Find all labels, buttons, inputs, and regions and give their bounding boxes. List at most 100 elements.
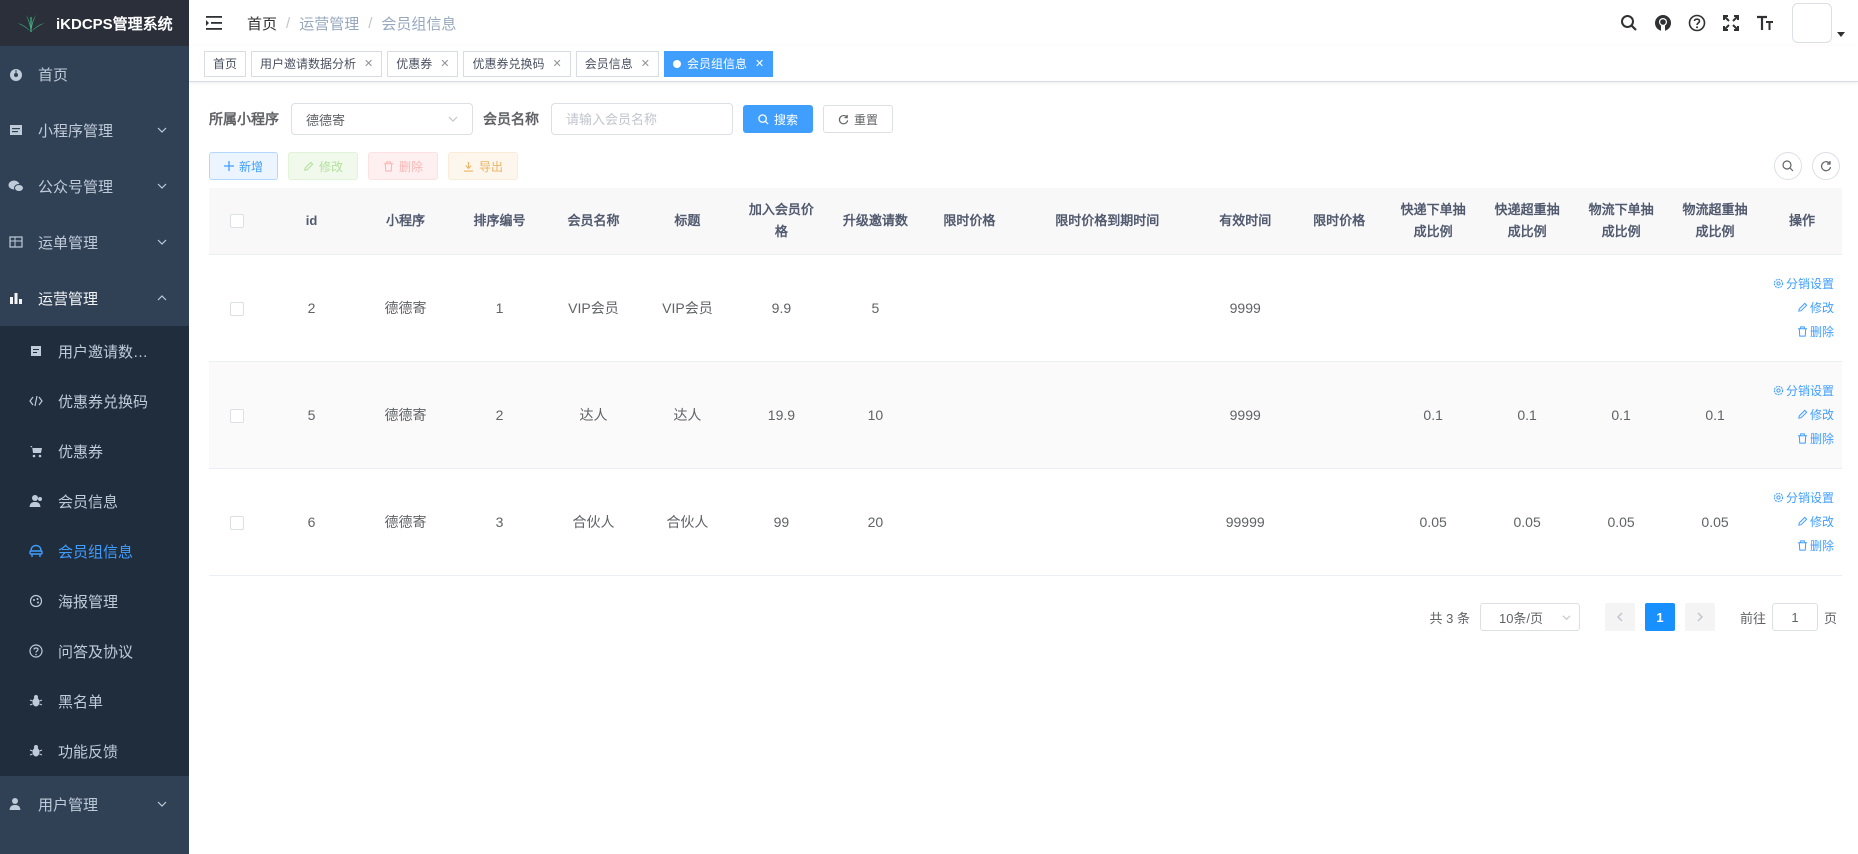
hamburger-icon[interactable] <box>205 13 225 33</box>
close-icon[interactable]: ✕ <box>641 52 650 76</box>
avatar[interactable] <box>1792 3 1832 43</box>
edit-link[interactable]: 修改 <box>1797 299 1834 316</box>
font-size-icon[interactable] <box>1748 0 1782 46</box>
sidebar-item-blacklist[interactable]: 黑名单 <box>0 676 189 726</box>
logo[interactable]: iKDCPS管理系统 <box>0 0 189 46</box>
delete-link[interactable]: 删除 <box>1797 323 1834 340</box>
tag-member-info[interactable]: 会员信息 ✕ <box>575 50 659 77</box>
delete-link[interactable]: 删除 <box>1797 537 1834 554</box>
delete-button[interactable]: 删除 <box>368 152 439 180</box>
dist-settings-link[interactable]: 分销设置 <box>1773 489 1834 506</box>
close-icon[interactable]: ✕ <box>364 52 373 76</box>
tag-coupon-code[interactable]: 优惠券兑换码 ✕ <box>463 50 571 77</box>
row-checkbox[interactable] <box>229 301 244 316</box>
prev-page-button[interactable] <box>1604 603 1635 631</box>
edit-link[interactable]: 修改 <box>1797 513 1834 530</box>
search-button[interactable]: 搜索 <box>743 105 814 133</box>
page-number-current[interactable]: 1 <box>1644 603 1675 631</box>
sidebar-item-feedback[interactable]: 功能反馈 <box>0 726 189 776</box>
delete-icon <box>1797 326 1808 337</box>
sidebar-item-label: 运单管理 <box>38 234 99 252</box>
tag-home[interactable]: 首页 <box>204 50 247 77</box>
sidebar-item-qa[interactable]: 问答及协议 <box>0 626 189 676</box>
row-select-cell[interactable] <box>209 254 265 362</box>
cell-limit-price <box>922 468 1017 576</box>
cell-join-price: 9.9 <box>734 254 829 362</box>
row-select-cell[interactable] <box>209 468 265 576</box>
sidebar-item-wechat[interactable]: 公众号管理 <box>0 158 189 214</box>
close-icon[interactable]: ✕ <box>553 52 562 76</box>
code-icon <box>28 393 44 409</box>
help-icon[interactable] <box>1680 0 1714 46</box>
sidebar-item-miniprogram[interactable]: 小程序管理 <box>0 102 189 158</box>
reset-button[interactable]: 重置 <box>823 105 894 133</box>
add-button-label: 新增 <box>239 159 264 174</box>
row-checkbox[interactable] <box>229 515 244 530</box>
delete-link[interactable]: 删除 <box>1797 430 1834 447</box>
row-select-cell[interactable] <box>209 361 265 469</box>
sidebar-item-operations[interactable]: 运营管理 <box>0 270 189 326</box>
member-name-input[interactable] <box>551 103 733 135</box>
col-sort: 排序编号 <box>452 188 547 255</box>
goto-label: 前往 <box>1739 610 1766 626</box>
close-icon[interactable]: ✕ <box>440 52 449 76</box>
col-id: id <box>264 188 359 255</box>
toggle-search-button[interactable] <box>1774 152 1802 180</box>
sidebar-item-coupon-code[interactable]: 优惠券兑换码 <box>0 376 189 426</box>
close-icon[interactable]: ✕ <box>755 52 764 76</box>
chevron-right-icon <box>1697 612 1703 622</box>
dist-settings-link[interactable]: 分销设置 <box>1773 382 1834 399</box>
sidebar-item-member-group[interactable]: 会员组信息 <box>0 526 189 576</box>
caret-down-icon[interactable] <box>1836 29 1846 39</box>
delete-button-label: 删除 <box>399 159 424 174</box>
cell-ops: 分销设置 修改 删除 <box>1762 254 1842 362</box>
breadcrumb-current: 会员组信息 <box>381 15 457 33</box>
chevron-up-icon <box>157 295 167 301</box>
sidebar-item-label: 公众号管理 <box>38 178 114 196</box>
sidebar-item-home[interactable]: 首页 <box>0 46 189 102</box>
sidebar-item-waybill[interactable]: 运单管理 <box>0 214 189 270</box>
cell-valid: 9999 <box>1198 361 1293 469</box>
table-row: 5 德德寄 2 达人 达人 19.9 10 9999 0.1 0.1 0.1 0… <box>209 361 1842 469</box>
select-all-cell[interactable] <box>209 188 265 255</box>
sidebar-item-coupon[interactable]: 优惠券 <box>0 426 189 476</box>
dist-settings-link[interactable]: 分销设置 <box>1773 275 1834 292</box>
select-all-checkbox[interactable] <box>229 214 244 229</box>
export-button[interactable]: 导出 <box>448 152 519 180</box>
sidebar-item-member-info[interactable]: 会员信息 <box>0 476 189 526</box>
tag-member-group[interactable]: 会员组信息 ✕ <box>663 50 774 77</box>
sidebar-item-label: 优惠券 <box>58 443 104 461</box>
next-page-button[interactable] <box>1684 603 1715 631</box>
program-select[interactable]: 德德寄 <box>291 103 473 135</box>
github-icon[interactable] <box>1646 0 1680 46</box>
breadcrumb-home[interactable]: 首页 <box>247 13 277 34</box>
refresh-button[interactable] <box>1812 152 1840 180</box>
tag-invite-analysis[interactable]: 用户邀请数据分析 ✕ <box>251 50 383 77</box>
delete-icon <box>383 160 394 172</box>
edit-link-label: 修改 <box>1809 408 1834 422</box>
search-icon[interactable] <box>1612 0 1646 46</box>
delete-icon <box>1797 540 1808 551</box>
edit-icon <box>1798 516 1808 526</box>
sidebar-item-user-management[interactable]: 用户管理 <box>0 776 189 832</box>
tag-coupon[interactable]: 优惠券 ✕ <box>387 50 459 77</box>
sidebar-item-poster[interactable]: 海报管理 <box>0 576 189 626</box>
cell-upgrade: 10 <box>828 361 923 469</box>
row-checkbox[interactable] <box>229 408 244 423</box>
col-express-order-line1: 快递下单抽 <box>1400 201 1466 217</box>
edit-link[interactable]: 修改 <box>1797 406 1834 423</box>
col-logistics-over-line2: 成比例 <box>1695 223 1735 239</box>
goto-page-input[interactable] <box>1771 603 1818 631</box>
page-size-select[interactable]: 10条/页 <box>1479 603 1580 631</box>
chevron-down-icon <box>157 239 167 245</box>
fullscreen-icon[interactable] <box>1714 0 1748 46</box>
cell-sort: 2 <box>452 361 547 469</box>
edit-button[interactable]: 修改 <box>288 152 359 180</box>
cell-express-over: 0.05 <box>1480 468 1575 576</box>
sidebar-item-invite-analysis[interactable]: 用户邀请数… <box>0 326 189 376</box>
add-button[interactable]: 新增 <box>209 152 279 180</box>
cell-limit-expire <box>1016 468 1199 576</box>
navbar: 首页 / 运营管理 / 会员组信息 <box>189 0 1858 46</box>
cell-limit-price <box>922 254 1017 362</box>
col-logistics-order-line1: 物流下单抽 <box>1588 201 1654 217</box>
